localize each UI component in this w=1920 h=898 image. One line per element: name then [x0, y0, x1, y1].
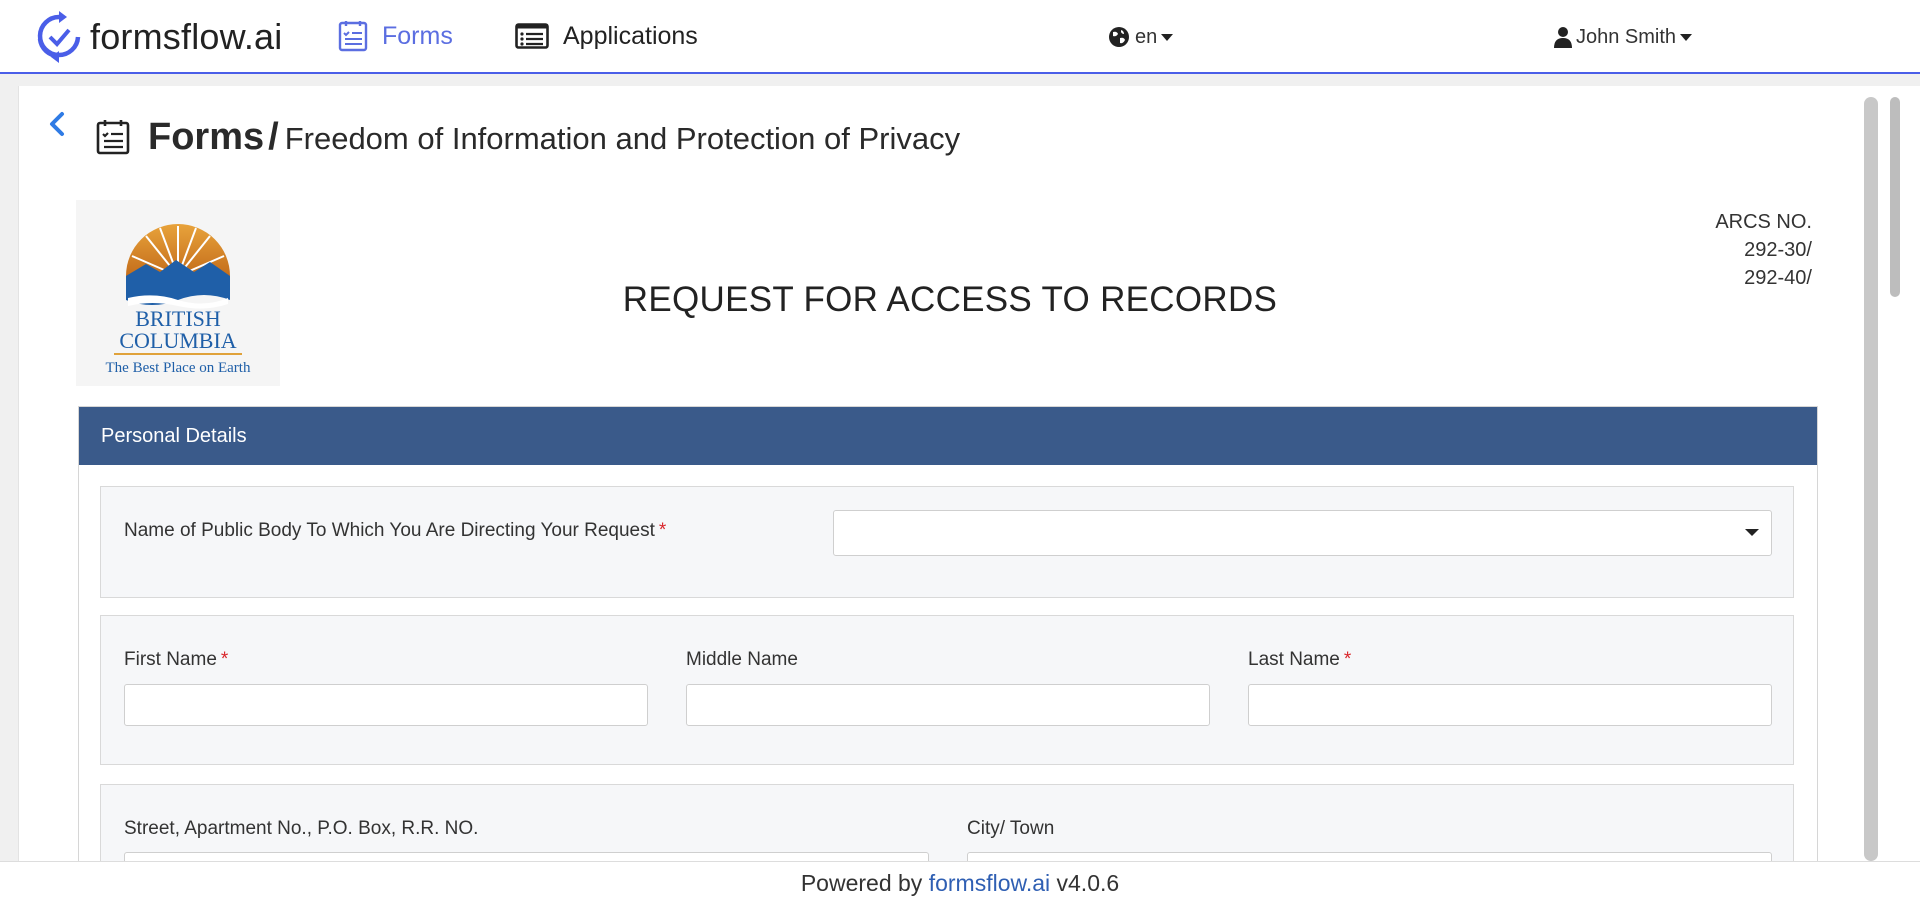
scrollbar-thumb[interactable] — [1890, 97, 1900, 297]
brand-name: formsflow.ai — [90, 16, 283, 57]
footer-link[interactable]: formsflow.ai — [929, 870, 1050, 896]
chevron-left-icon — [50, 112, 64, 136]
arcs-code-2: 292-40/ — [1744, 267, 1812, 289]
user-icon — [1554, 27, 1572, 48]
public-body-label-text: Name of Public Body To Which You Are Dir… — [124, 520, 655, 541]
formsflow-logo-icon — [37, 11, 81, 63]
panel-heading: Personal Details — [79, 407, 1817, 465]
user-name: John Smith — [1576, 25, 1677, 48]
logo-tagline: The Best Place on Earth — [106, 360, 251, 376]
public-body-select[interactable] — [833, 510, 1772, 556]
globe-icon — [1109, 27, 1129, 47]
last-name-label-text: Last Name — [1248, 649, 1340, 670]
required-marker: * — [1343, 649, 1352, 670]
bc-government-logo: BRITISH COLUMBIA The Best Place on Earth — [76, 200, 280, 386]
first-name-label-text: First Name — [124, 649, 217, 670]
first-name-input[interactable] — [124, 684, 648, 726]
nav-forms[interactable]: Forms — [338, 17, 453, 55]
chevron-down-icon — [1745, 529, 1759, 536]
arcs-code-1: 292-30/ — [1744, 239, 1812, 261]
street-label: Street, Apartment No., P.O. Box, R.R. NO… — [124, 818, 479, 839]
nav-forms-label: Forms — [382, 21, 453, 50]
logo-text-columbia: COLUMBIA — [119, 328, 236, 353]
nav-applications[interactable]: Applications — [515, 17, 698, 55]
last-name-label: Last Name * — [1248, 649, 1351, 671]
page-subtitle: Freedom of Information and Protection of… — [284, 121, 961, 156]
brand[interactable]: formsflow.ai — [36, 10, 282, 64]
required-marker: * — [658, 520, 667, 541]
middle-name-label: Middle Name — [686, 649, 798, 670]
form-icon — [96, 119, 130, 155]
city-label: City/ Town — [967, 818, 1055, 839]
language-dropdown[interactable]: en — [1108, 22, 1174, 52]
nav-applications-label: Applications — [563, 21, 698, 50]
form-list-icon — [338, 20, 368, 52]
document-title: REQUEST FOR ACCESS TO RECORDS — [622, 280, 1278, 319]
page-title-main: Forms — [148, 115, 265, 158]
footer: Powered by formsflow.ai v4.0.6 — [0, 861, 1920, 898]
top-navbar: formsflow.ai Forms Applications en John … — [0, 0, 1920, 74]
first-name-label: First Name * — [124, 649, 228, 671]
public-body-label: Name of Public Body To Which You Are Dir… — [124, 520, 666, 542]
chevron-down-icon — [1680, 33, 1693, 41]
footer-version: v4.0.6 — [1056, 870, 1120, 896]
page-title: Forms / Freedom of Information and Prote… — [96, 112, 960, 162]
middle-name-input[interactable] — [686, 684, 1210, 726]
scrollbar-track[interactable] — [1864, 97, 1878, 861]
arcs-number: ARCS NO. 292-30/ 292-40/ — [1715, 208, 1812, 292]
required-marker: * — [220, 649, 229, 670]
chevron-down-icon — [1161, 33, 1174, 41]
user-dropdown[interactable]: John Smith — [1554, 22, 1693, 52]
last-name-input[interactable] — [1248, 684, 1772, 726]
back-button[interactable] — [46, 110, 68, 145]
list-icon — [515, 23, 549, 49]
arcs-label: ARCS NO. — [1715, 211, 1812, 233]
title-separator: / — [268, 115, 279, 158]
language-label: en — [1135, 25, 1158, 48]
footer-prefix: Powered by — [800, 870, 923, 896]
